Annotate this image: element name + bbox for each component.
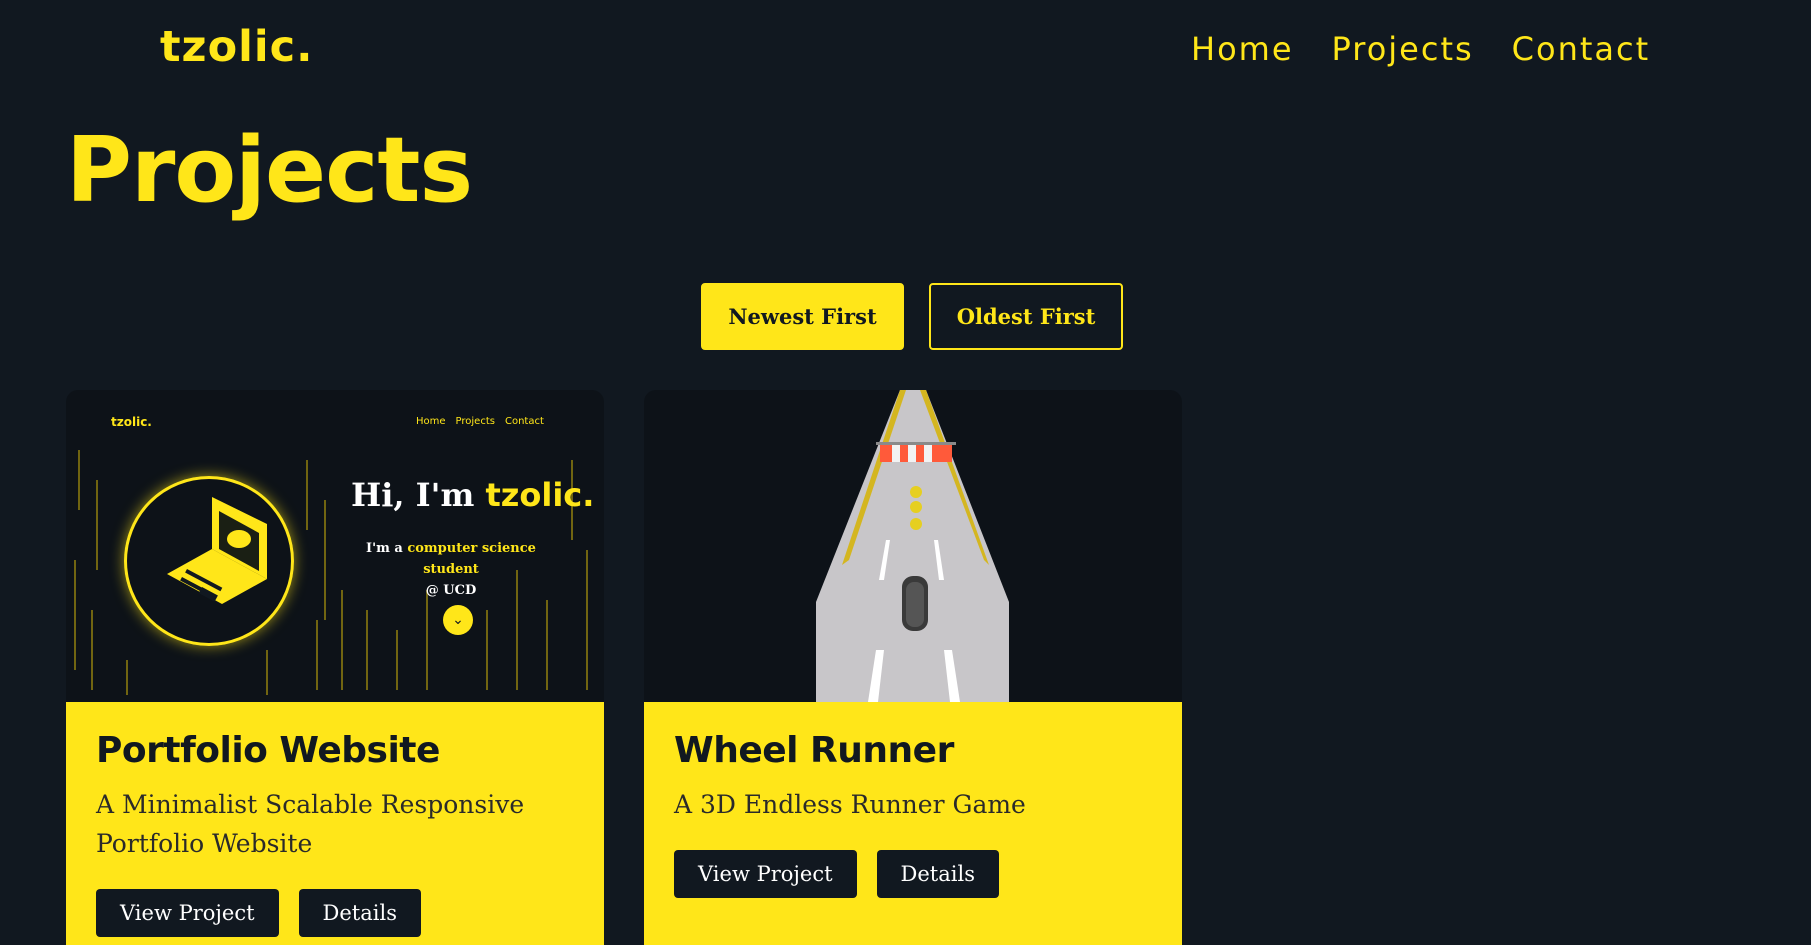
sort-controls: Newest First Oldest First: [701, 283, 1123, 350]
main-nav: Home Projects Contact: [1191, 30, 1650, 68]
project-actions: View Project Details: [96, 889, 574, 937]
view-project-button[interactable]: View Project: [674, 850, 857, 898]
sort-oldest-button[interactable]: Oldest First: [929, 283, 1123, 350]
nav-contact[interactable]: Contact: [1512, 30, 1651, 68]
project-actions: View Project Details: [674, 850, 1152, 898]
project-title: Portfolio Website: [96, 730, 440, 771]
details-button[interactable]: Details: [298, 889, 421, 937]
nav-projects[interactable]: Projects: [1332, 30, 1474, 68]
thumb-greeting-name: tzolic.: [485, 476, 595, 514]
thumb-subtitle: I'm a computer science student @ UCD: [336, 538, 566, 601]
project-card-body: Wheel Runner A 3D Endless Runner Game Vi…: [644, 702, 1182, 945]
thumb-sub-suffix: @ UCD: [425, 583, 477, 598]
thumb-nav-contact: Contact: [504, 416, 544, 427]
thumb-nav-projects: Projects: [455, 416, 495, 427]
thumb-sub-highlight: computer science student: [407, 541, 536, 577]
thumb-nav-home: Home: [416, 416, 446, 427]
thumb-nav: Home Projects Contact: [416, 416, 544, 427]
project-card: Wheel Runner A 3D Endless Runner Game Vi…: [644, 390, 1182, 945]
laptop-brain-icon: [124, 476, 294, 646]
project-description: A Minimalist Scalable Responsive Portfol…: [96, 790, 525, 858]
projects-page: tzolic. Home Projects Contact Projects N…: [0, 0, 1811, 945]
chevron-down-icon: ⌄: [443, 605, 473, 635]
thumb-logo: tzolic.: [111, 415, 152, 429]
sort-newest-button[interactable]: Newest First: [701, 283, 904, 350]
runner-road-image: [816, 390, 1009, 702]
project-title: Wheel Runner: [674, 730, 954, 771]
view-project-button[interactable]: View Project: [96, 889, 279, 937]
site-logo[interactable]: tzolic.: [160, 22, 313, 72]
project-card-body: Portfolio Website A Minimalist Scalable …: [66, 702, 604, 945]
thumb-greeting-text: Hi, I'm: [351, 476, 486, 514]
thumb-greeting: Hi, I'm tzolic.: [351, 476, 594, 514]
project-card: tzolic. Home Projects Contact Hi, I'm tz…: [66, 390, 604, 945]
thumb-sub-prefix: I'm a: [366, 541, 408, 556]
page-title: Projects: [66, 118, 473, 223]
project-thumbnail[interactable]: tzolic. Home Projects Contact Hi, I'm tz…: [66, 390, 604, 702]
project-description: A 3D Endless Runner Game: [674, 790, 1026, 819]
details-button[interactable]: Details: [876, 850, 999, 898]
project-thumbnail[interactable]: [644, 390, 1182, 702]
nav-home[interactable]: Home: [1191, 30, 1294, 68]
